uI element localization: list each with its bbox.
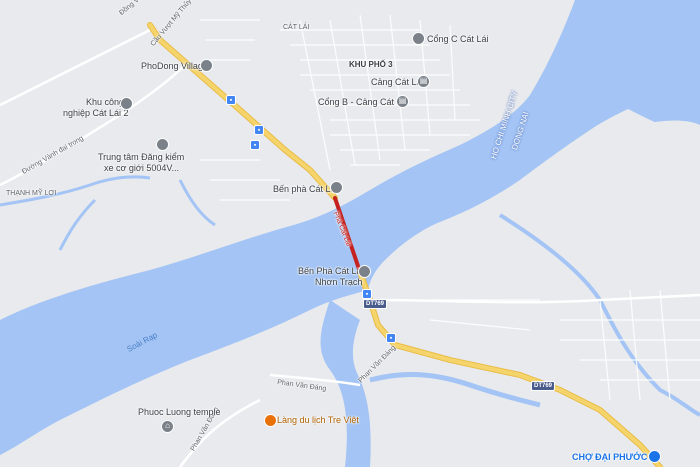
label-ben-pha-nhon-trach-1[interactable]: Bến Phà Cát Lái: [298, 266, 364, 277]
label-phuoc-luong[interactable]: Phuoc Luong temple: [138, 407, 221, 418]
label-ben-pha-nhon-trach-2[interactable]: Nhơn Trạch: [315, 277, 362, 288]
label-lang-du-lich[interactable]: Làng du lịch Tre Việt: [277, 415, 359, 426]
label-cho-dai-phuoc[interactable]: CHỢ ĐẠI PHƯỚC: [572, 452, 647, 463]
map-pin-icon[interactable]: [264, 414, 277, 427]
label-cat-lai: CÁT LÁI: [283, 24, 310, 31]
bus-stop-icon[interactable]: ▪: [250, 140, 260, 150]
label-khu-cong-nghiep-1[interactable]: Khu công: [86, 97, 124, 108]
port-icon[interactable]: ▤: [417, 75, 430, 88]
label-trung-tam-2[interactable]: xe cơ giới 5004V...: [104, 163, 179, 174]
label-khu-pho-3: KHU PHỐ 3: [349, 60, 393, 69]
temple-icon[interactable]: ⌂: [161, 420, 174, 433]
map-pin-icon[interactable]: [200, 59, 213, 72]
label-thanh-my-loi: THẠNH MỸ LỢI: [6, 190, 57, 197]
label-trung-tam-1[interactable]: Trung tâm Đăng kiểm: [98, 152, 184, 163]
bus-stop-icon[interactable]: ▪: [254, 125, 264, 135]
map-base-layer: [0, 0, 700, 467]
label-cong-b[interactable]: Cổng B - Cảng Cát Lái: [318, 97, 409, 108]
map-pin-icon[interactable]: [412, 32, 425, 45]
map-pin-icon[interactable]: [120, 97, 133, 110]
bus-stop-icon[interactable]: ▪: [386, 333, 396, 343]
label-ben-pha-cat-lai[interactable]: Bến phà Cát Lái: [273, 184, 338, 195]
map-pin-icon[interactable]: [648, 450, 661, 463]
map-pin-icon[interactable]: [156, 138, 169, 151]
road-shield-dt769: DT769: [363, 299, 388, 309]
road-shield-dt769: DT769: [531, 381, 556, 391]
bus-stop-icon[interactable]: ▪: [226, 95, 236, 105]
map-canvas[interactable]: Đồng Văn Cống Cầu Vượt Mỹ Thủy Đường Vàn…: [0, 0, 700, 467]
port-icon[interactable]: ▤: [396, 95, 409, 108]
label-khu-cong-nghiep-2[interactable]: nghiệp Cát Lái 2: [63, 108, 129, 119]
label-cang-cat-lai[interactable]: Cảng Cát Lái: [371, 77, 424, 88]
label-cong-c[interactable]: Cổng C Cát Lái: [427, 34, 489, 45]
map-pin-icon[interactable]: [358, 265, 371, 278]
map-pin-icon[interactable]: [330, 181, 343, 194]
bus-stop-icon[interactable]: ▪: [362, 289, 372, 299]
label-phodong-village[interactable]: PhoDong Village: [141, 61, 208, 72]
